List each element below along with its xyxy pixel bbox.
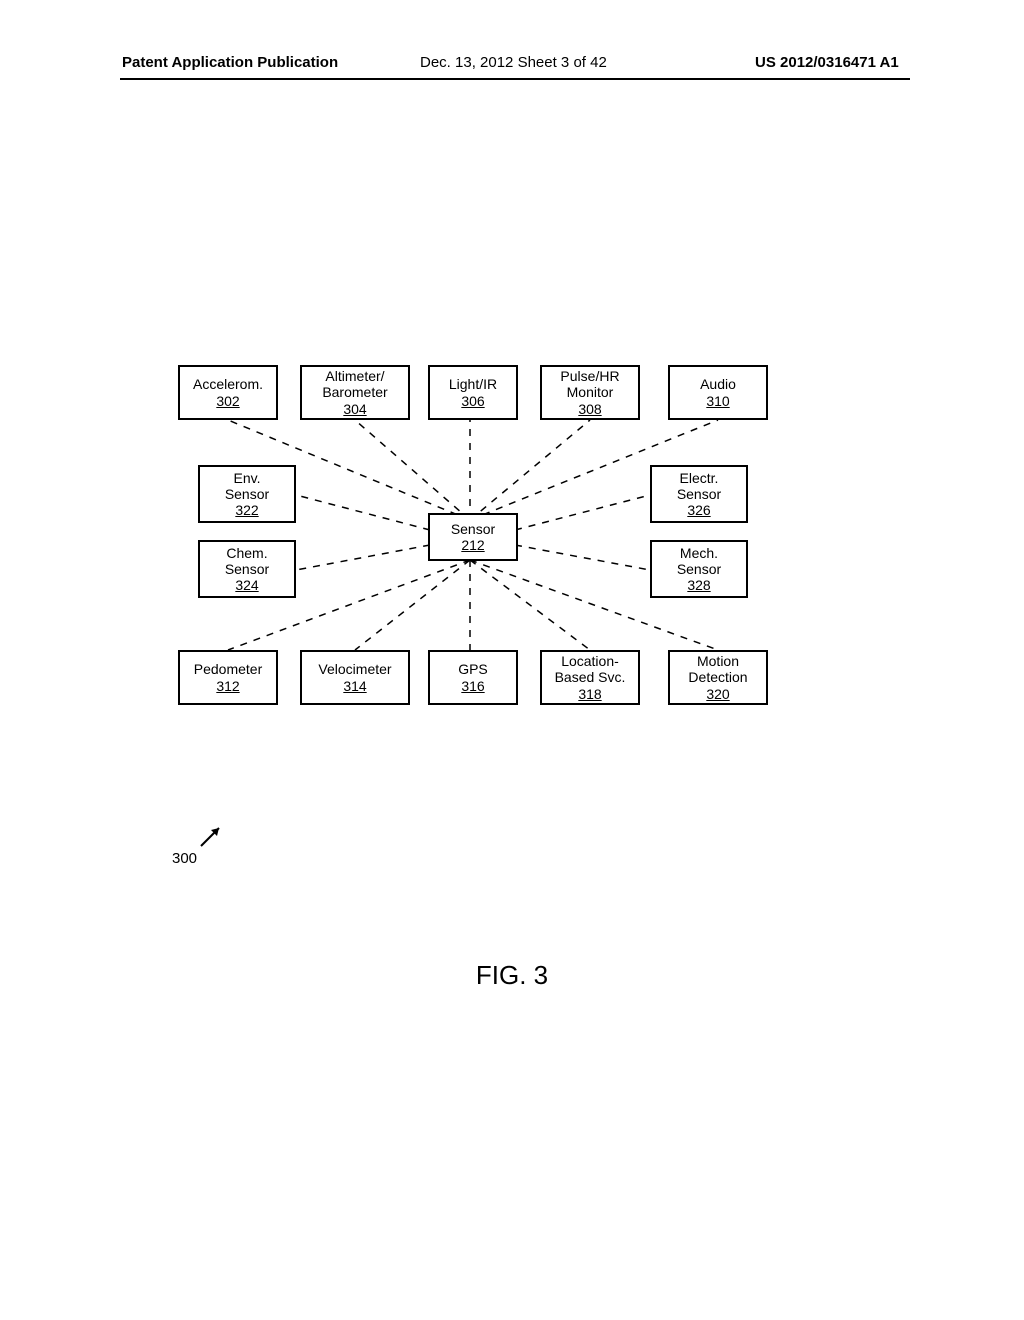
ref-arrow-icon <box>197 820 227 850</box>
ref: 310 <box>706 393 729 409</box>
label: Pulse/HR Monitor <box>560 368 619 400</box>
box-altimeter-barometer: Altimeter/ Barometer 304 <box>300 365 410 420</box>
ref: 320 <box>706 686 729 702</box>
box-velocimeter: Velocimeter 314 <box>300 650 410 705</box>
ref: 308 <box>578 401 601 417</box>
ref: 318 <box>578 686 601 702</box>
box-mech-sensor: Mech. Sensor 328 <box>650 540 748 598</box>
box-gps: GPS 316 <box>428 650 518 705</box>
box-motion-detection: Motion Detection 320 <box>668 650 768 705</box>
box-chem-sensor: Chem. Sensor 324 <box>198 540 296 598</box>
box-location-based-svc: Location- Based Svc. 318 <box>540 650 640 705</box>
label: Mech. Sensor <box>677 545 721 577</box>
label: Location- Based Svc. <box>555 653 626 685</box>
header-mid: Dec. 13, 2012 Sheet 3 of 42 <box>420 54 607 71</box>
sensor-diagram: Sensor 212 Accelerom. 302 Altimeter/ Bar… <box>170 365 850 705</box>
box-env-sensor: Env. Sensor 322 <box>198 465 296 523</box>
header-left: Patent Application Publication <box>122 54 338 71</box>
box-accelerometer: Accelerom. 302 <box>178 365 278 420</box>
label: Altimeter/ Barometer <box>322 368 387 400</box>
box-electr-sensor: Electr. Sensor 326 <box>650 465 748 523</box>
header-right: US 2012/0316471 A1 <box>755 54 899 71</box>
figure-caption: FIG. 3 <box>0 960 1024 991</box>
ref: 306 <box>461 393 484 409</box>
ref: 316 <box>461 678 484 694</box>
overall-ref-300: 300 <box>172 850 197 867</box>
label: Env. Sensor <box>225 470 269 502</box>
box-pulse-hr-monitor: Pulse/HR Monitor 308 <box>540 365 640 420</box>
label: Light/IR <box>449 376 497 392</box>
ref: 302 <box>216 393 239 409</box>
page: Patent Application Publication Dec. 13, … <box>0 0 1024 1320</box>
ref: 314 <box>343 678 366 694</box>
label: Velocimeter <box>318 661 391 677</box>
ref: 322 <box>235 502 258 518</box>
label: Pedometer <box>194 661 262 677</box>
box-light-ir: Light/IR 306 <box>428 365 518 420</box>
sensor-center-label: Sensor <box>451 521 495 537</box>
label: Electr. Sensor <box>677 470 721 502</box>
label: GPS <box>458 661 488 677</box>
header-rule <box>120 78 910 80</box>
sensor-center-ref: 212 <box>461 537 484 553</box>
ref: 304 <box>343 401 366 417</box>
label: Audio <box>700 376 736 392</box>
box-pedometer: Pedometer 312 <box>178 650 278 705</box>
ref: 326 <box>687 502 710 518</box>
ref: 328 <box>687 577 710 593</box>
label: Chem. Sensor <box>225 545 269 577</box>
label: Motion Detection <box>688 653 747 685</box>
label: Accelerom. <box>193 376 263 392</box>
box-audio: Audio 310 <box>668 365 768 420</box>
ref: 324 <box>235 577 258 593</box>
ref: 312 <box>216 678 239 694</box>
sensor-center-box: Sensor 212 <box>428 513 518 561</box>
